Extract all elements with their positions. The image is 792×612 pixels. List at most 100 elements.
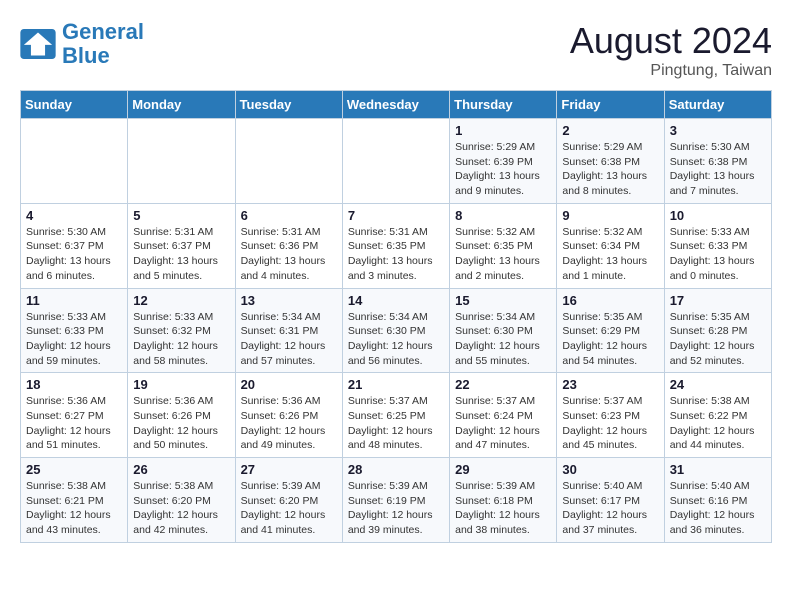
day-detail: Sunrise: 5:34 AM Sunset: 6:30 PM Dayligh… — [455, 310, 551, 369]
day-detail: Sunrise: 5:32 AM Sunset: 6:34 PM Dayligh… — [562, 225, 658, 284]
calendar-cell — [235, 119, 342, 204]
calendar-cell: 27 Sunrise: 5:39 AM Sunset: 6:20 PM Dayli… — [235, 458, 342, 543]
day-number: 9 — [562, 208, 658, 223]
calendar-cell: 10 Sunrise: 5:33 AM Sunset: 6:33 PM Dayli… — [664, 203, 771, 288]
week-row-3: 11 Sunrise: 5:33 AM Sunset: 6:33 PM Dayli… — [21, 288, 772, 373]
day-number: 18 — [26, 377, 122, 392]
calendar-cell: 13 Sunrise: 5:34 AM Sunset: 6:31 PM Dayli… — [235, 288, 342, 373]
day-detail: Sunrise: 5:38 AM Sunset: 6:21 PM Dayligh… — [26, 479, 122, 538]
calendar-cell: 11 Sunrise: 5:33 AM Sunset: 6:33 PM Dayli… — [21, 288, 128, 373]
calendar-cell: 12Sunrise: 5:33 AM Sunset: 6:32 PM Dayli… — [128, 288, 235, 373]
logo-blue: Blue — [62, 43, 110, 68]
day-detail: Sunrise: 5:32 AM Sunset: 6:35 PM Dayligh… — [455, 225, 551, 284]
day-detail: Sunrise: 5:35 AM Sunset: 6:29 PM Dayligh… — [562, 310, 658, 369]
day-number: 8 — [455, 208, 551, 223]
day-detail: Sunrise: 5:38 AM Sunset: 6:22 PM Dayligh… — [670, 394, 766, 453]
header-day-wednesday: Wednesday — [342, 91, 449, 119]
day-detail: Sunrise: 5:29 AM Sunset: 6:39 PM Dayligh… — [455, 140, 551, 199]
day-detail: Sunrise: 5:33 AM Sunset: 6:33 PM Dayligh… — [26, 310, 122, 369]
day-number: 30 — [562, 462, 658, 477]
calendar-cell: 7Sunrise: 5:31 AM Sunset: 6:35 PM Daylig… — [342, 203, 449, 288]
calendar-cell: 31Sunrise: 5:40 AM Sunset: 6:16 PM Dayli… — [664, 458, 771, 543]
calendar-cell: 9 Sunrise: 5:32 AM Sunset: 6:34 PM Daylig… — [557, 203, 664, 288]
calendar-cell: 17 Sunrise: 5:35 AM Sunset: 6:28 PM Dayli… — [664, 288, 771, 373]
day-number: 20 — [241, 377, 337, 392]
day-detail: Sunrise: 5:40 AM Sunset: 6:17 PM Dayligh… — [562, 479, 658, 538]
header-day-thursday: Thursday — [450, 91, 557, 119]
day-detail: Sunrise: 5:39 AM Sunset: 6:19 PM Dayligh… — [348, 479, 444, 538]
day-number: 4 — [26, 208, 122, 223]
title-block: August 2024 Pingtung, Taiwan — [570, 20, 772, 80]
day-number: 24 — [670, 377, 766, 392]
day-number: 1 — [455, 123, 551, 138]
day-number: 31 — [670, 462, 766, 477]
day-detail: Sunrise: 5:38 AM Sunset: 6:20 PM Dayligh… — [133, 479, 229, 538]
day-detail: Sunrise: 5:36 AM Sunset: 6:26 PM Dayligh… — [241, 394, 337, 453]
header-day-sunday: Sunday — [21, 91, 128, 119]
calendar-cell: 16 Sunrise: 5:35 AM Sunset: 6:29 PM Dayli… — [557, 288, 664, 373]
day-number: 7 — [348, 208, 444, 223]
day-number: 5 — [133, 208, 229, 223]
day-detail: Sunrise: 5:39 AM Sunset: 6:20 PM Dayligh… — [241, 479, 337, 538]
logo-text: General Blue — [62, 20, 144, 68]
calendar-cell: 25Sunrise: 5:38 AM Sunset: 6:21 PM Dayli… — [21, 458, 128, 543]
day-number: 16 — [562, 293, 658, 308]
calendar-cell: 30 Sunrise: 5:40 AM Sunset: 6:17 PM Dayli… — [557, 458, 664, 543]
day-detail: Sunrise: 5:29 AM Sunset: 6:38 PM Dayligh… — [562, 140, 658, 199]
calendar-body: 1 Sunrise: 5:29 AM Sunset: 6:39 PM Daylig… — [21, 119, 772, 543]
day-detail: Sunrise: 5:35 AM Sunset: 6:28 PM Dayligh… — [670, 310, 766, 369]
day-detail: Sunrise: 5:34 AM Sunset: 6:31 PM Dayligh… — [241, 310, 337, 369]
day-detail: Sunrise: 5:33 AM Sunset: 6:33 PM Dayligh… — [670, 225, 766, 284]
calendar-cell: 8 Sunrise: 5:32 AM Sunset: 6:35 PM Daylig… — [450, 203, 557, 288]
header-row: SundayMondayTuesdayWednesdayThursdayFrid… — [21, 91, 772, 119]
week-row-2: 4 Sunrise: 5:30 AM Sunset: 6:37 PM Daylig… — [21, 203, 772, 288]
day-detail: Sunrise: 5:34 AM Sunset: 6:30 PM Dayligh… — [348, 310, 444, 369]
week-row-1: 1 Sunrise: 5:29 AM Sunset: 6:39 PM Daylig… — [21, 119, 772, 204]
day-number: 11 — [26, 293, 122, 308]
day-number: 14 — [348, 293, 444, 308]
day-detail: Sunrise: 5:30 AM Sunset: 6:37 PM Dayligh… — [26, 225, 122, 284]
calendar-cell: 2 Sunrise: 5:29 AM Sunset: 6:38 PM Daylig… — [557, 119, 664, 204]
calendar-cell: 14 Sunrise: 5:34 AM Sunset: 6:30 PM Dayli… — [342, 288, 449, 373]
header-day-friday: Friday — [557, 91, 664, 119]
calendar-cell: 20 Sunrise: 5:36 AM Sunset: 6:26 PM Dayli… — [235, 373, 342, 458]
day-number: 22 — [455, 377, 551, 392]
day-number: 21 — [348, 377, 444, 392]
day-detail: Sunrise: 5:37 AM Sunset: 6:24 PM Dayligh… — [455, 394, 551, 453]
day-number: 2 — [562, 123, 658, 138]
calendar-cell: 4 Sunrise: 5:30 AM Sunset: 6:37 PM Daylig… — [21, 203, 128, 288]
calendar-cell: 26 Sunrise: 5:38 AM Sunset: 6:20 PM Dayli… — [128, 458, 235, 543]
calendar-cell: 29 Sunrise: 5:39 AM Sunset: 6:18 PM Dayli… — [450, 458, 557, 543]
day-number: 26 — [133, 462, 229, 477]
day-number: 13 — [241, 293, 337, 308]
day-number: 6 — [241, 208, 337, 223]
calendar-cell: 21Sunrise: 5:37 AM Sunset: 6:25 PM Dayli… — [342, 373, 449, 458]
day-number: 3 — [670, 123, 766, 138]
calendar-cell: 23Sunrise: 5:37 AM Sunset: 6:23 PM Dayli… — [557, 373, 664, 458]
day-number: 29 — [455, 462, 551, 477]
calendar-cell: 3Sunrise: 5:30 AM Sunset: 6:38 PM Daylig… — [664, 119, 771, 204]
day-number: 28 — [348, 462, 444, 477]
day-number: 15 — [455, 293, 551, 308]
day-detail: Sunrise: 5:39 AM Sunset: 6:18 PM Dayligh… — [455, 479, 551, 538]
calendar-cell: 22 Sunrise: 5:37 AM Sunset: 6:24 PM Dayli… — [450, 373, 557, 458]
calendar-cell — [342, 119, 449, 204]
day-detail: Sunrise: 5:36 AM Sunset: 6:27 PM Dayligh… — [26, 394, 122, 453]
week-row-4: 18 Sunrise: 5:36 AM Sunset: 6:27 PM Dayli… — [21, 373, 772, 458]
location-title: Pingtung, Taiwan — [570, 62, 772, 80]
calendar-cell: 6Sunrise: 5:31 AM Sunset: 6:36 PM Daylig… — [235, 203, 342, 288]
calendar-cell: 15 Sunrise: 5:34 AM Sunset: 6:30 PM Dayli… — [450, 288, 557, 373]
header-day-saturday: Saturday — [664, 91, 771, 119]
day-detail: Sunrise: 5:37 AM Sunset: 6:23 PM Dayligh… — [562, 394, 658, 453]
calendar-cell: 28 Sunrise: 5:39 AM Sunset: 6:19 PM Dayli… — [342, 458, 449, 543]
month-title: August 2024 — [570, 20, 772, 62]
header-day-monday: Monday — [128, 91, 235, 119]
day-number: 27 — [241, 462, 337, 477]
day-number: 17 — [670, 293, 766, 308]
day-detail: Sunrise: 5:33 AM Sunset: 6:32 PM Dayligh… — [133, 310, 229, 369]
calendar-header: SundayMondayTuesdayWednesdayThursdayFrid… — [21, 91, 772, 119]
header-day-tuesday: Tuesday — [235, 91, 342, 119]
week-row-5: 25Sunrise: 5:38 AM Sunset: 6:21 PM Dayli… — [21, 458, 772, 543]
day-number: 10 — [670, 208, 766, 223]
page-header: General Blue August 2024 Pingtung, Taiwa… — [20, 20, 772, 80]
